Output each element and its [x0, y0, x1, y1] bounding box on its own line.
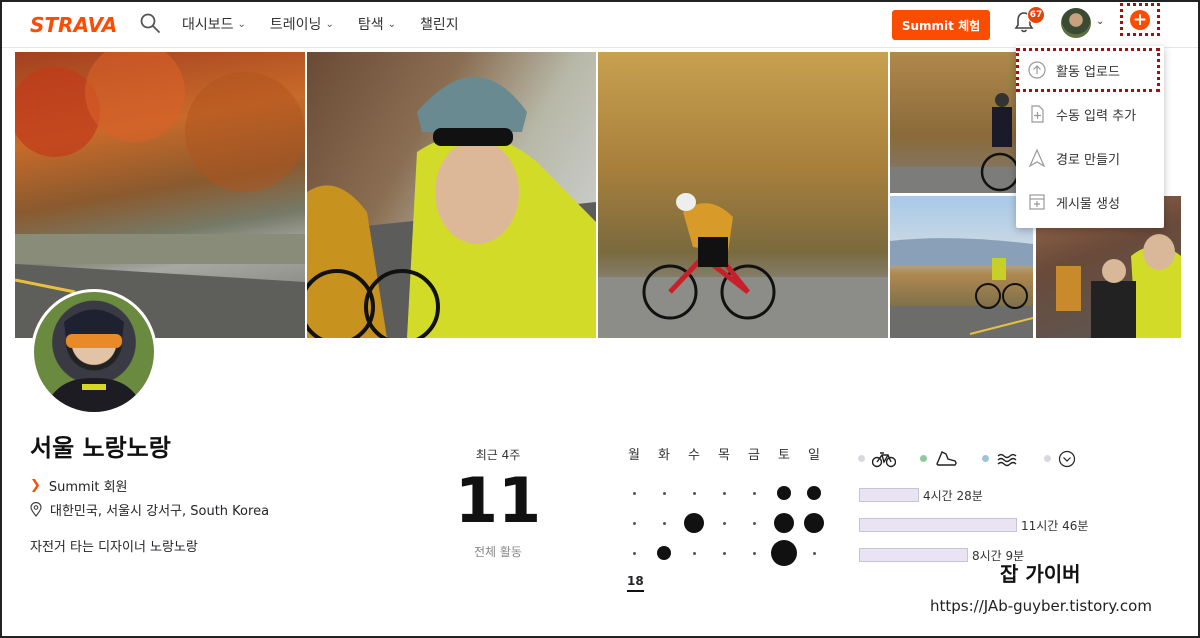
activity-dot[interactable]	[807, 486, 821, 500]
summit-trial-button[interactable]: Summit 체험	[892, 10, 990, 40]
menu-manual-entry[interactable]: 수동 입력 추가	[1016, 94, 1164, 134]
post-icon	[1028, 193, 1046, 211]
activity-dot[interactable]	[777, 486, 791, 500]
weekday-label: 금	[748, 448, 760, 463]
empty-day-dot	[752, 491, 756, 495]
total-activities-link[interactable]: 전체 활동	[460, 543, 536, 560]
nav-training[interactable]: 트레이닝 ⌄	[270, 14, 334, 34]
week-number-label[interactable]: 18	[627, 574, 644, 592]
run-icon[interactable]	[934, 450, 958, 468]
weekly-time-label: 11시간 46분	[1021, 519, 1089, 533]
cyclist-forest-image	[890, 93, 1033, 193]
chevron-down-icon[interactable]: ⌄	[1096, 16, 1104, 27]
empty-day-dot	[722, 551, 726, 555]
weekday-label: 일	[808, 448, 820, 463]
activity-dot[interactable]	[657, 546, 671, 560]
empty-day-dot	[632, 491, 636, 495]
profile-location: 대한민국, 서울시 강서구, South Korea	[30, 500, 269, 519]
weekday-label: 목	[718, 448, 730, 463]
empty-day-dot	[632, 521, 636, 525]
profile-bio: 자전거 타는 디자이너 노랑노랑	[30, 540, 198, 555]
cyclist-selfie-image	[307, 77, 596, 338]
weekday-label: 토	[778, 448, 790, 463]
empty-day-dot	[662, 491, 666, 495]
sport-dot	[858, 455, 865, 462]
empty-day-dot	[662, 521, 666, 525]
empty-day-dot	[692, 491, 696, 495]
summit-chevron-icon: ❯	[30, 478, 41, 493]
watermark-title: 잡 가이버	[1000, 562, 1081, 586]
search-icon[interactable]	[139, 12, 161, 34]
nav-challenges[interactable]: 챌린지	[420, 14, 459, 34]
empty-day-dot	[812, 551, 816, 555]
sport-filter-row	[858, 450, 1088, 468]
empty-day-dot	[752, 521, 756, 525]
autumn-forest-road-image	[15, 52, 305, 338]
cyclist-riding-image	[598, 193, 888, 338]
weekday-label: 수	[688, 448, 700, 463]
upload-item-highlight	[1016, 48, 1160, 92]
weekly-time-label: 4시간 28분	[923, 489, 983, 503]
sport-dot	[1044, 455, 1051, 462]
chevron-down-icon: ⌄	[387, 18, 396, 30]
swim-icon[interactable]	[996, 450, 1020, 468]
nav-explore[interactable]: 탐색 ⌄	[358, 14, 396, 34]
weekly-time-bar[interactable]	[859, 488, 919, 502]
cover-photo-5[interactable]	[890, 196, 1033, 338]
activity-dot[interactable]	[684, 513, 704, 533]
cover-photo-1[interactable]	[15, 52, 305, 338]
weekly-time-bar[interactable]	[859, 518, 1017, 532]
weekday-label: 월	[628, 448, 640, 463]
activity-dot[interactable]	[774, 513, 794, 533]
profile-name: 서울 노랑노랑	[30, 434, 171, 462]
profile-avatar[interactable]	[31, 289, 157, 415]
menu-create-post[interactable]: 게시물 생성	[1016, 182, 1164, 222]
recent-weeks-label: 최근 4주	[475, 448, 521, 462]
more-icon[interactable]	[1058, 450, 1076, 468]
activity-dot[interactable]	[804, 513, 824, 533]
weekly-time-bar[interactable]	[859, 548, 968, 562]
empty-day-dot	[722, 521, 726, 525]
avatar-portrait-image	[44, 309, 144, 412]
user-avatar[interactable]	[1061, 8, 1091, 38]
sport-dot	[920, 455, 927, 462]
watermark-url: https://JAb-guyber.tistory.com	[930, 597, 1152, 615]
notification-badge: 67	[1027, 6, 1045, 24]
cover-photo-4[interactable]	[890, 52, 1033, 193]
plus-icon[interactable]: +	[1130, 9, 1150, 30]
empty-day-dot	[692, 551, 696, 555]
empty-day-dot	[752, 551, 756, 555]
chevron-down-icon: ⌄	[237, 18, 246, 30]
summit-member-badge: ❯ Summit 회원	[30, 478, 128, 495]
ride-icon[interactable]	[872, 450, 896, 468]
cover-photo-2[interactable]	[307, 52, 596, 338]
sport-dot	[982, 455, 989, 462]
weekday-label: 화	[658, 448, 670, 463]
empty-day-dot	[632, 551, 636, 555]
chevron-down-icon: ⌄	[325, 18, 334, 30]
add-file-icon	[1028, 105, 1046, 123]
activity-count: 11	[454, 464, 542, 537]
strava-logo[interactable]: STRAVA	[30, 13, 117, 37]
empty-day-dot	[722, 491, 726, 495]
cyclist-mountain-view-image	[890, 238, 1033, 338]
main-nav: 대시보드 ⌄ 트레이닝 ⌄ 탐색 ⌄ 챌린지	[182, 14, 459, 34]
route-icon	[1028, 149, 1046, 167]
menu-create-route[interactable]: 경로 만들기	[1016, 138, 1164, 178]
activity-dot[interactable]	[771, 540, 797, 566]
location-pin-icon	[30, 502, 42, 517]
nav-dashboard[interactable]: 대시보드 ⌄	[182, 14, 246, 34]
cover-photo-3[interactable]	[598, 52, 888, 338]
upload-menu-highlight: +	[1120, 3, 1160, 36]
